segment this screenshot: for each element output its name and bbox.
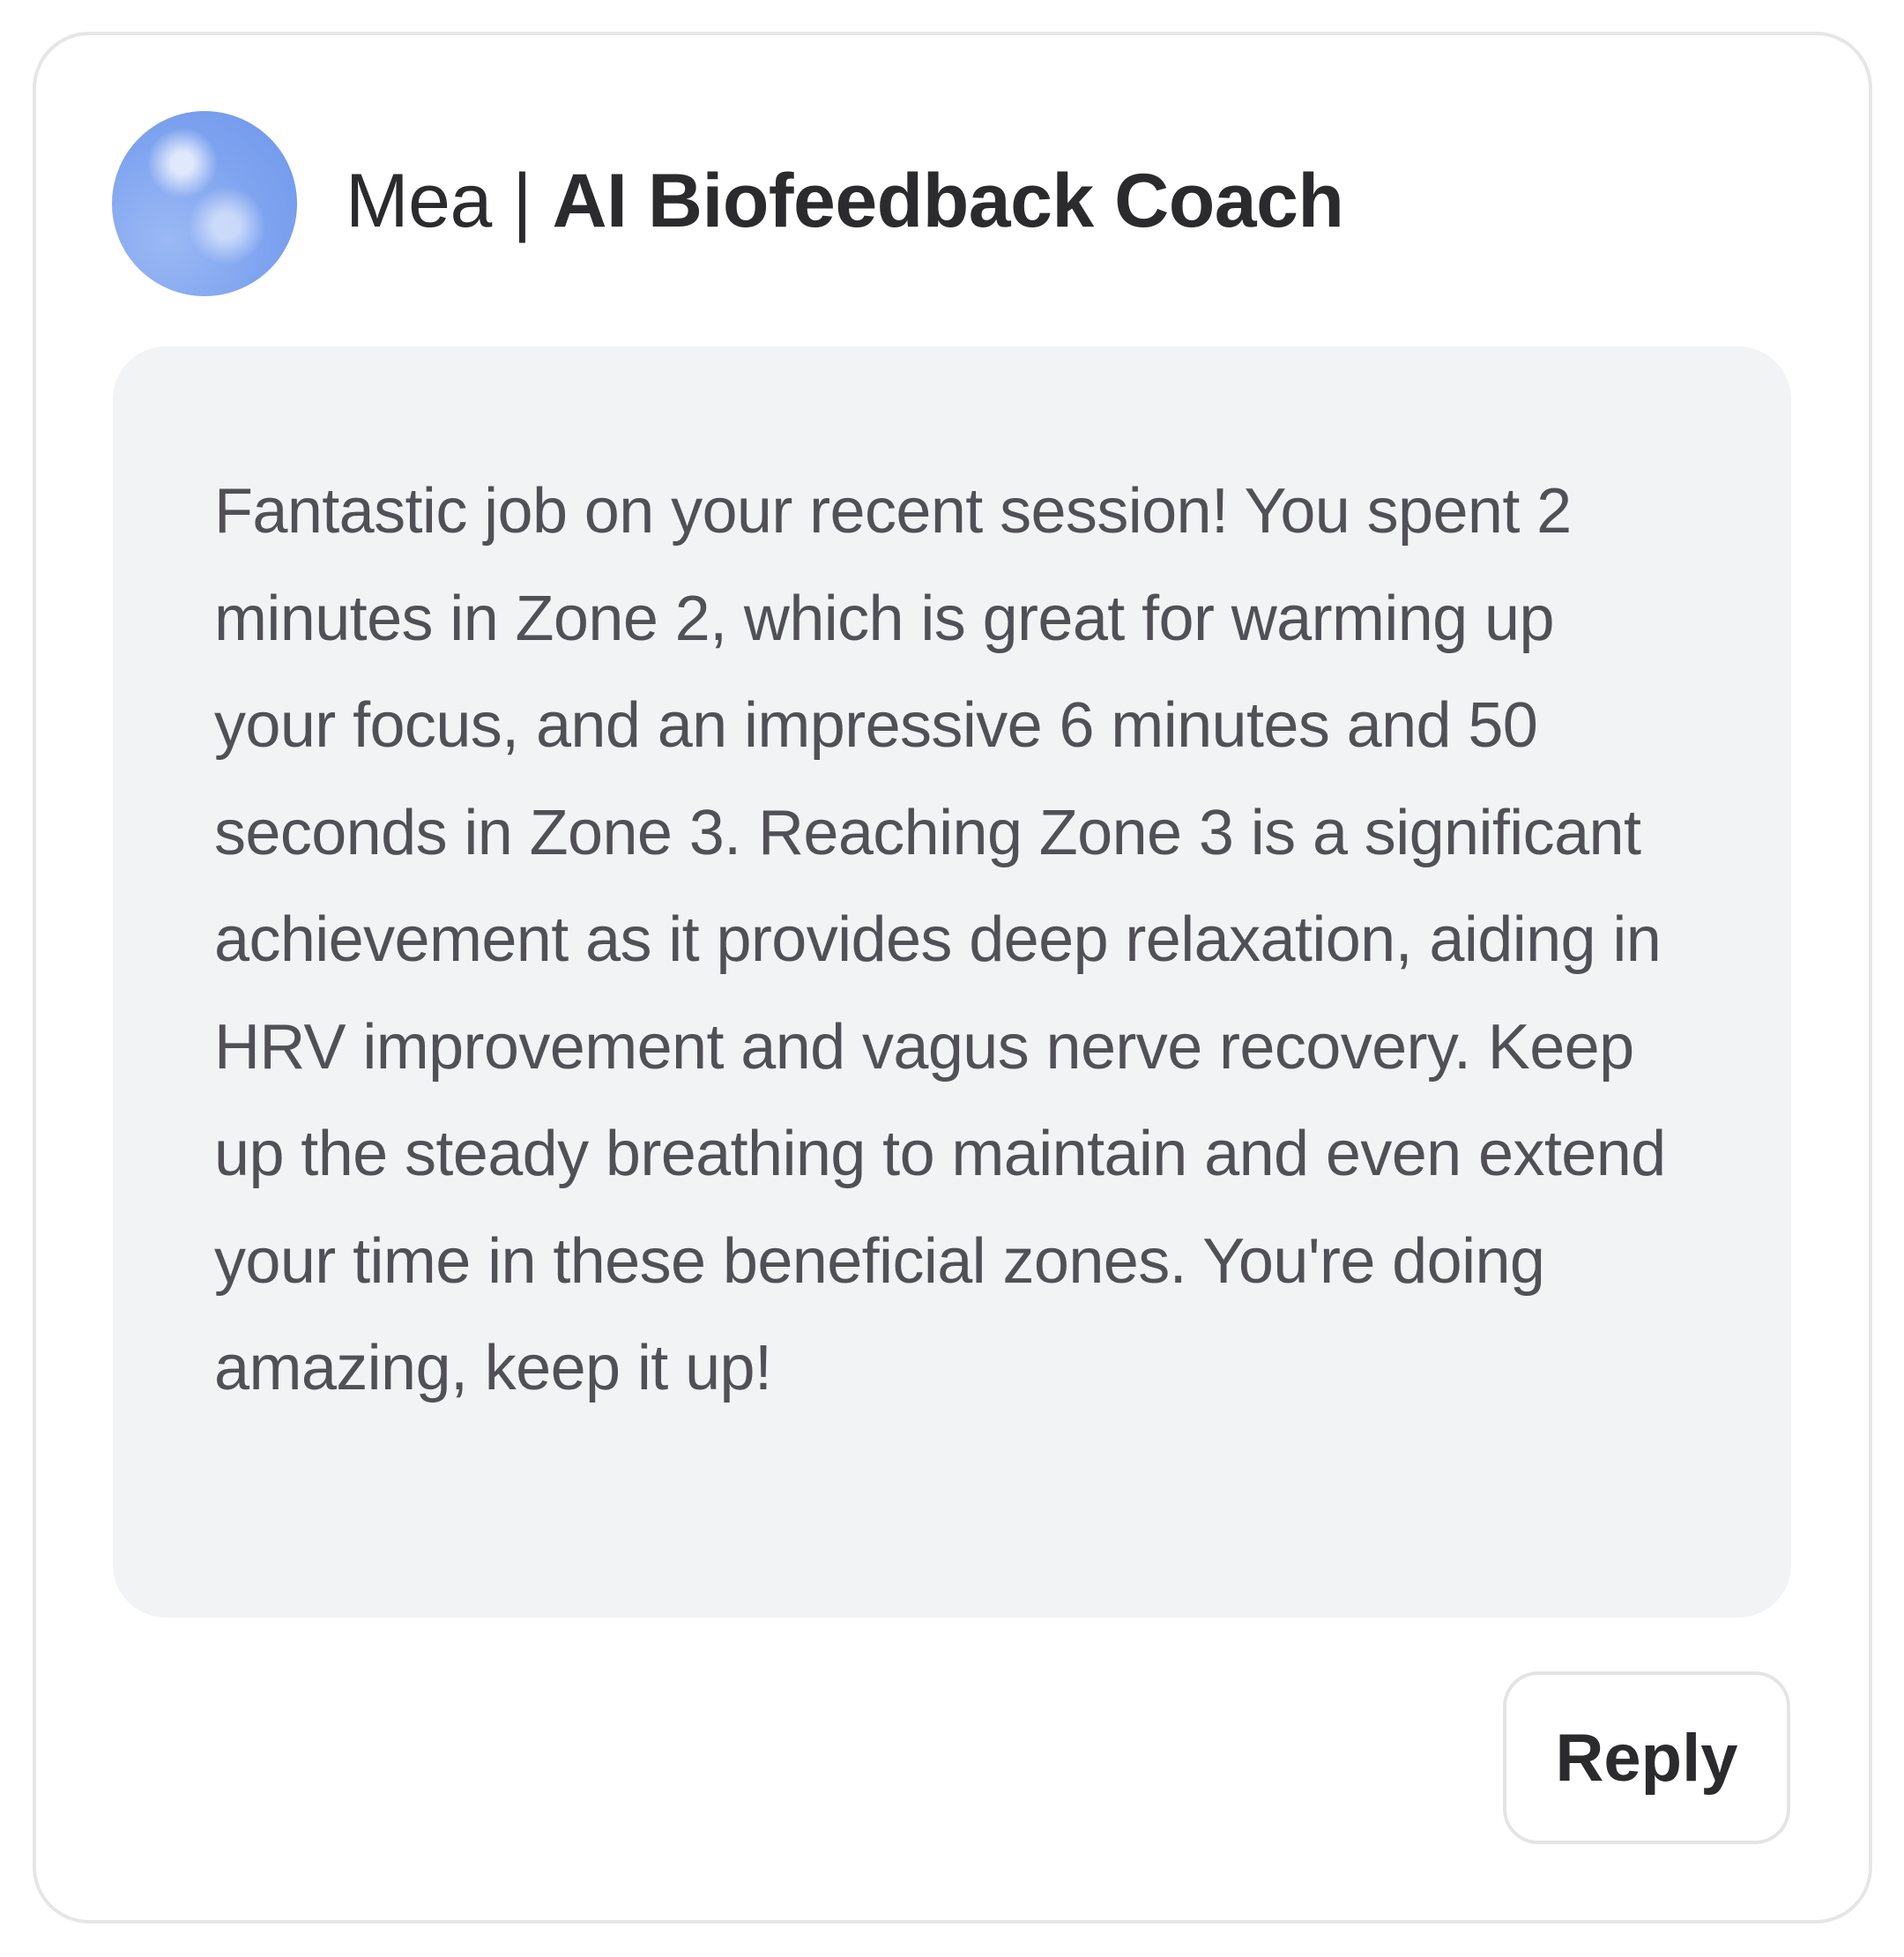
header-separator: | xyxy=(512,159,532,243)
coach-name: Mea xyxy=(346,159,492,243)
coach-header: Mea | AI Biofeedback Coach xyxy=(346,157,1344,245)
reply-button[interactable]: Reply xyxy=(1503,1671,1790,1844)
coach-role: AI Biofeedback Coach xyxy=(552,159,1344,243)
coach-avatar xyxy=(112,111,297,296)
message-text: Fantastic job on your recent session! Yo… xyxy=(214,476,1666,1403)
